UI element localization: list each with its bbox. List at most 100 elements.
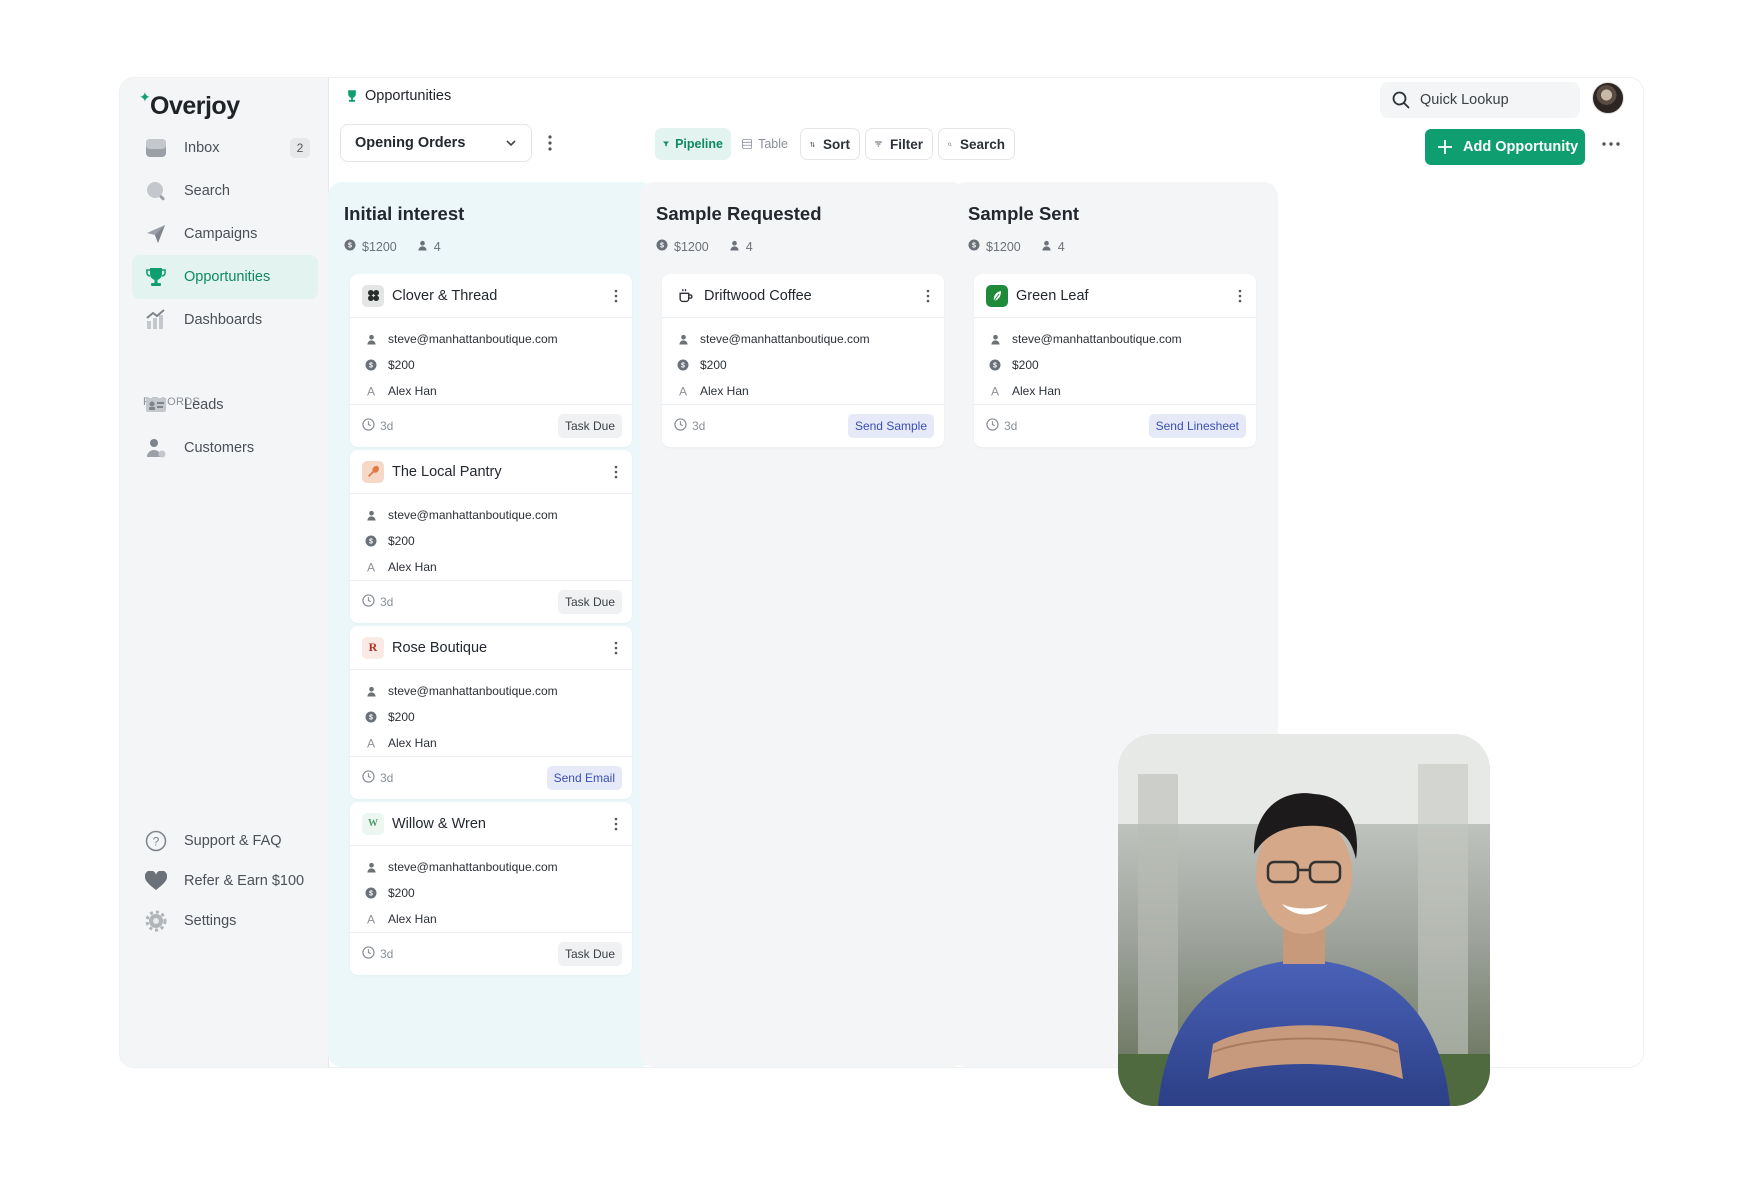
owner-row: A Alex Han <box>350 906 632 932</box>
dollar-icon: $ <box>364 534 378 548</box>
sort-button[interactable]: Sort <box>800 128 860 160</box>
opportunity-card[interactable]: Driftwood Coffee steve@manhattanboutique.… <box>662 274 944 447</box>
opportunity-card[interactable]: Green Leaf steve@manhattanboutique.com $ $2… <box>974 274 1256 447</box>
search-icon <box>948 142 952 146</box>
card-options-icon[interactable] <box>924 288 932 304</box>
company-logo-icon <box>674 284 696 307</box>
owner-name: Alex Han <box>700 384 749 398</box>
sidebar-item-settings[interactable]: Settings <box>132 899 318 943</box>
contact-email[interactable]: steve@manhattanboutique.com <box>1012 332 1182 346</box>
contact-email[interactable]: steve@manhattanboutique.com <box>388 860 558 874</box>
view-select-value: Opening Orders <box>355 135 466 151</box>
sidebar-item-label: Opportunities <box>184 269 271 285</box>
contact-email[interactable]: steve@manhattanboutique.com <box>700 332 870 346</box>
svg-text:$: $ <box>369 891 373 898</box>
deal-value-row: $ $200 <box>974 352 1256 378</box>
deal-value: $200 <box>388 358 415 372</box>
view-select[interactable]: Opening Orders <box>340 124 532 162</box>
person-icon <box>364 508 378 522</box>
table-view-tab[interactable]: Table <box>734 128 796 160</box>
company-name[interactable]: Rose Boutique <box>392 640 487 656</box>
filter-button[interactable]: Filter <box>865 128 933 160</box>
opportunity-card[interactable]: R Rose Boutique steve@manhattanboutique.co… <box>350 626 632 799</box>
column-summary: $ $1200 4 <box>656 239 753 254</box>
dollar-icon: $ <box>988 358 1002 372</box>
brand-logo[interactable]: ✦ Overjoy <box>139 89 240 121</box>
add-opportunity-label: Add Opportunity <box>1463 139 1579 155</box>
sidebar-item-support[interactable]: ? Support & FAQ <box>132 819 318 863</box>
view-options-icon[interactable] <box>545 133 555 153</box>
card-options-icon[interactable] <box>612 816 620 832</box>
search-icon <box>1392 91 1410 109</box>
dollar-icon: $ <box>364 358 378 372</box>
contact-email[interactable]: steve@manhattanboutique.com <box>388 684 558 698</box>
company-name[interactable]: Willow & Wren <box>392 816 486 832</box>
pipeline-view-tab[interactable]: Pipeline <box>655 128 731 160</box>
clock-icon <box>362 946 375 962</box>
sidebar-item-campaigns[interactable]: Campaigns <box>132 212 318 256</box>
add-opportunity-button[interactable]: Add Opportunity <box>1425 129 1585 165</box>
search-icon <box>144 179 168 203</box>
next-action-badge[interactable]: Send Email <box>546 766 622 790</box>
svg-text:A: A <box>367 385 375 397</box>
next-action-badge[interactable]: Send Linesheet <box>1148 414 1246 438</box>
column-title: Sample Requested <box>656 203 822 224</box>
card-header: Clover & Thread <box>350 274 632 318</box>
card-options-icon[interactable] <box>612 288 620 304</box>
sidebar-item-search[interactable]: Search <box>132 169 318 213</box>
more-options-icon[interactable] <box>1600 138 1622 150</box>
company-name[interactable]: Driftwood Coffee <box>704 288 812 304</box>
sidebar-item-dashboards[interactable]: Dashboards <box>132 298 318 342</box>
clock-icon <box>362 594 375 610</box>
sidebar-item-leads[interactable]: Leads <box>132 383 318 427</box>
contact-email[interactable]: steve@manhattanboutique.com <box>388 332 558 346</box>
sidebar-item-opportunities[interactable]: Opportunities <box>132 255 318 299</box>
card-footer: 3d Task Due <box>350 933 632 975</box>
contact-email[interactable]: steve@manhattanboutique.com <box>388 508 558 522</box>
owner-initial-icon: A <box>364 736 378 750</box>
company-logo-icon <box>362 284 384 307</box>
pipeline-column: Sample Requested $ $1200 4 Driftwood Coffee s… <box>640 182 966 1067</box>
contact-email-row: steve@manhattanboutique.com <box>350 854 632 880</box>
opportunity-card[interactable]: Clover & Thread steve@manhattanboutique.c… <box>350 274 632 447</box>
table-view-label: Table <box>758 137 788 151</box>
company-name[interactable]: The Local Pantry <box>392 464 502 480</box>
owner-row: A Alex Han <box>662 378 944 404</box>
next-action-badge[interactable]: Send Sample <box>847 414 934 438</box>
company-name[interactable]: Clover & Thread <box>392 288 497 304</box>
deal-value-row: $ $200 <box>350 352 632 378</box>
card-details: steve@manhattanboutique.com $ $200 A Alex Ha… <box>350 846 632 933</box>
person-icon <box>364 684 378 698</box>
help-icon: ? <box>144 829 168 853</box>
clock-icon <box>674 418 687 434</box>
chevron-down-icon <box>506 140 516 147</box>
next-action-badge[interactable]: Task Due <box>557 942 622 966</box>
heart-icon <box>144 869 168 893</box>
card-options-icon[interactable] <box>612 640 620 656</box>
card-options-icon[interactable] <box>1236 288 1244 304</box>
opportunity-card[interactable]: The Local Pantry steve@manhattanboutique.… <box>350 450 632 623</box>
deal-value: $200 <box>388 886 415 900</box>
owner-initial-icon: A <box>988 384 1002 398</box>
card-age: 3d <box>380 771 394 785</box>
owner-name: Alex Han <box>388 736 437 750</box>
next-action-badge[interactable]: Task Due <box>557 590 622 614</box>
card-options-icon[interactable] <box>612 464 620 480</box>
clock-icon <box>986 418 999 434</box>
table-icon <box>742 138 753 150</box>
quick-lookup-label: Quick Lookup <box>1420 92 1509 108</box>
quick-lookup-button[interactable]: Quick Lookup <box>1380 82 1580 118</box>
sidebar-item-customers[interactable]: Customers <box>132 426 318 470</box>
next-action-badge[interactable]: Task Due <box>557 414 622 438</box>
person-icon <box>364 332 378 346</box>
sidebar-item-inbox[interactable]: Inbox 2 <box>132 126 318 170</box>
person-icon <box>676 332 690 346</box>
opportunity-card[interactable]: W Willow & Wren steve@manhattanboutique.co… <box>350 802 632 975</box>
company-name[interactable]: Green Leaf <box>1016 288 1089 304</box>
sidebar-item-refer[interactable]: Refer & Earn $100 <box>132 859 318 903</box>
deal-value-row: $ $200 <box>350 528 632 554</box>
search-button[interactable]: Search <box>938 128 1015 160</box>
profile-photo <box>1118 734 1490 1106</box>
owner-initial-icon: A <box>364 560 378 574</box>
user-avatar[interactable] <box>1592 82 1624 114</box>
